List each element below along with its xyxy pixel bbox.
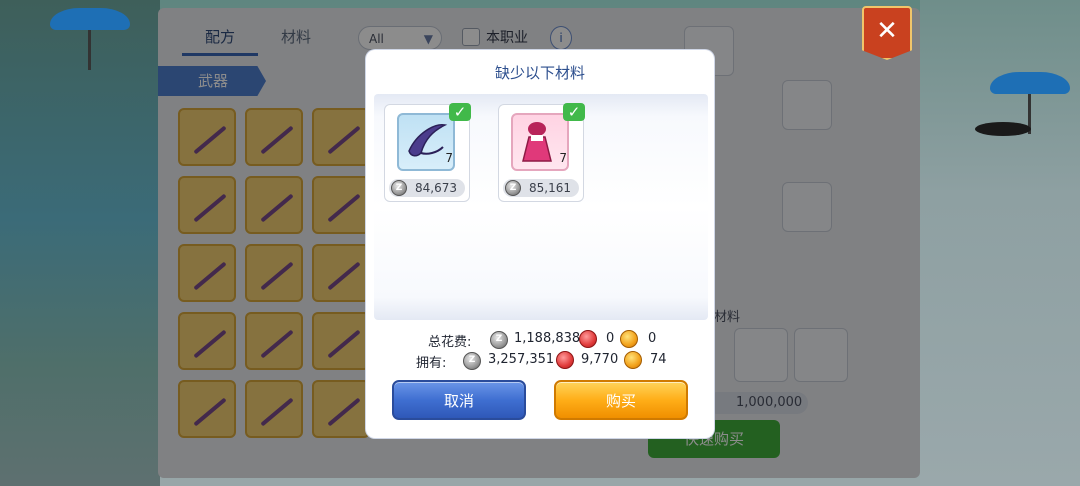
material-card[interactable]: ✓ 7 85,161 — [498, 103, 585, 202]
zeny-coin-icon — [490, 331, 508, 349]
material-qty: 7 — [445, 151, 453, 165]
material-price: 84,673 — [389, 179, 465, 197]
zeny-coin-icon — [505, 180, 521, 196]
owned-label: 拥有: — [416, 356, 447, 371]
material-price-value: 84,673 — [415, 181, 457, 195]
owned-zeny: 3,257,351 — [488, 352, 555, 367]
yellow-coin-icon — [624, 351, 642, 369]
red-coin-icon — [579, 330, 597, 348]
zeny-coin-icon — [391, 180, 407, 196]
total-yellow: 0 — [648, 331, 657, 346]
owned-yellow: 74 — [650, 352, 667, 367]
total-zeny: 1,188,838 — [514, 331, 581, 346]
cancel-button[interactable]: 取消 — [392, 380, 526, 420]
yellow-coin-icon — [620, 330, 638, 348]
check-icon: ✓ — [449, 103, 471, 121]
missing-materials-dialog: 缺少以下材料 ✓ 7 84,673 ✓ 7 85,161 — [366, 50, 714, 438]
material-qty: 7 — [559, 151, 567, 165]
zeny-coin-icon — [463, 352, 481, 370]
material-price-value: 85,161 — [529, 181, 571, 195]
check-icon: ✓ — [563, 103, 585, 121]
material-card[interactable]: ✓ 7 84,673 — [384, 103, 471, 202]
total-cost-label: 总花费: — [428, 335, 472, 350]
buy-button[interactable]: 购买 — [554, 380, 688, 420]
dialog-title: 缺少以下材料 — [494, 64, 585, 82]
material-price: 85,161 — [503, 179, 579, 197]
total-red: 0 — [606, 331, 615, 346]
owned-red: 9,770 — [581, 352, 619, 367]
red-coin-icon — [556, 351, 574, 369]
